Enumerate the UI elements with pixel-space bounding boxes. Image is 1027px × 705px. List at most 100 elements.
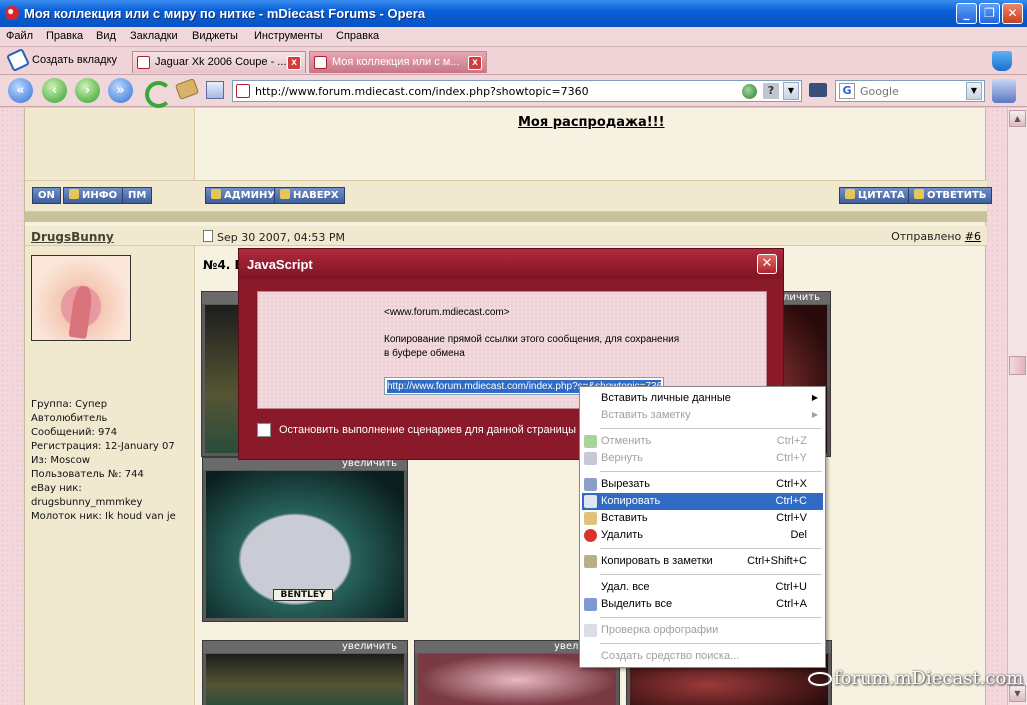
address-bar: ? ▼ — [232, 80, 802, 102]
menu-item-undo[interactable]: Отменить Ctrl+Z — [582, 433, 823, 450]
trash-can-icon[interactable] — [992, 51, 1012, 71]
address-dropdown-button[interactable]: ▼ — [783, 82, 799, 100]
user-ebay-label: eBay ник: — [31, 483, 82, 494]
restore-button[interactable]: ❐ — [979, 3, 1000, 24]
wand-icon[interactable] — [174, 78, 200, 100]
menu-item-delete[interactable]: Удалить Del — [582, 527, 823, 544]
menu-item-cut[interactable]: Вырезать Ctrl+X — [582, 476, 823, 493]
menu-item-copy-to-notes[interactable]: Копировать в заметки Ctrl+Shift+C — [582, 553, 823, 570]
user-group-cont: Автолюбитель — [31, 413, 108, 424]
tab-label: Моя коллекция или с м... — [332, 56, 460, 68]
forward-button[interactable]: › — [75, 78, 100, 103]
tab-collection[interactable]: Моя коллекция или с м... x — [309, 51, 487, 73]
dialog-site: <www.forum.mdiecast.com> — [384, 307, 510, 318]
menu-item-label: Вставить — [601, 512, 648, 524]
license-plate: BENTLEY — [273, 589, 333, 601]
menu-item-shortcut: Ctrl+A — [776, 598, 807, 610]
google-icon[interactable]: G — [839, 83, 855, 99]
minimize-button[interactable]: _ — [956, 3, 977, 24]
search-input[interactable] — [860, 83, 960, 99]
menu-separator — [600, 548, 822, 549]
plus-icon — [845, 189, 855, 199]
close-tab-icon[interactable]: x — [287, 56, 301, 70]
address-input[interactable] — [255, 83, 735, 99]
vertical-scrollbar[interactable]: ▲ ▼ — [1007, 108, 1027, 705]
car-photo — [206, 654, 404, 705]
user-number: Пользователь №: 744 — [31, 469, 144, 480]
close-tab-icon[interactable]: x — [468, 56, 482, 70]
globe-icon[interactable] — [742, 84, 757, 99]
post-permalink[interactable]: #6 — [965, 230, 981, 243]
info-button[interactable]: ИНФО — [63, 187, 124, 204]
menu-view[interactable]: Вид — [96, 30, 116, 42]
user-info: Группа: Супер Автолюбитель Сообщений: 97… — [31, 398, 191, 524]
report-label: АДМИНУ — [224, 190, 276, 201]
menu-item-label: Удалить — [601, 529, 643, 541]
search-dropdown-button[interactable]: ▼ — [966, 82, 982, 100]
menu-item-select-all[interactable]: Выделить все Ctrl+A — [582, 596, 823, 613]
menu-widgets[interactable]: Виджеты — [192, 30, 238, 42]
new-tab-button[interactable]: Создать вкладку — [6, 48, 118, 72]
sale-link[interactable]: Моя распродажа!!! — [518, 115, 665, 130]
media-icon[interactable] — [809, 83, 827, 97]
close-button[interactable]: ✕ — [1002, 3, 1023, 24]
menu-tools[interactable]: Инструменты — [254, 30, 323, 42]
site-favicon-icon — [236, 84, 250, 98]
menu-item-spellcheck[interactable]: Проверка орфографии — [582, 622, 823, 639]
menu-item-create-search[interactable]: Создать средство поиска... — [582, 648, 823, 665]
dialog-close-button[interactable]: ✕ — [757, 254, 777, 274]
page-icon[interactable] — [206, 81, 224, 99]
menu-item-label: Отменить — [601, 435, 652, 447]
opera-menu-icon[interactable] — [992, 79, 1016, 103]
menu-item-insert-note[interactable]: Вставить заметку ▶ — [582, 407, 823, 424]
menu-bookmarks[interactable]: Закладки — [130, 30, 178, 42]
rewind-button[interactable]: « — [8, 78, 33, 103]
help-icon[interactable]: ? — [763, 83, 779, 99]
stop-scripts-checkbox[interactable] — [257, 423, 271, 437]
pm-button[interactable]: ПМ — [122, 187, 153, 204]
scroll-up-icon[interactable]: ▲ — [1009, 110, 1026, 127]
separator — [25, 212, 987, 222]
menu-item-label: Копировать — [601, 495, 661, 507]
photo-thumb[interactable]: увеличить — [202, 640, 408, 705]
logo-swoosh-icon — [808, 672, 832, 686]
search-box: G ▼ — [835, 80, 985, 102]
menu-edit[interactable]: Правка — [46, 30, 83, 42]
tab-jaguar[interactable]: Jaguar Xk 2006 Coupe - ... x — [132, 51, 306, 73]
quote-button[interactable]: ЦИТАТА — [839, 187, 911, 204]
quote-label: ЦИТАТА — [858, 190, 905, 201]
author-name[interactable]: DrugsBunny — [31, 230, 114, 244]
menu-item-label: Вернуть — [601, 452, 643, 464]
photo-thumb[interactable]: увеличить BENTLEY — [202, 457, 408, 622]
top-button[interactable]: НАВЕРХ — [274, 187, 345, 204]
menu-item-shortcut: Ctrl+X — [776, 478, 807, 490]
menu-item-shortcut: Ctrl+Shift+C — [747, 555, 807, 567]
opera-logo-icon — [5, 6, 19, 20]
menu-item-paste[interactable]: Вставить Ctrl+V — [582, 510, 823, 527]
fast-forward-button[interactable]: » — [108, 78, 133, 103]
menu-item-redo[interactable]: Вернуть Ctrl+Y — [582, 450, 823, 467]
menu-separator — [600, 617, 822, 618]
report-admin-button[interactable]: АДМИНУ — [205, 187, 282, 204]
window-title: Моя коллекция или с миру по нитке - mDie… — [24, 6, 426, 21]
cut-icon — [584, 478, 597, 491]
reply-button[interactable]: ОТВЕТИТЬ — [908, 187, 993, 204]
menu-help[interactable]: Справка — [336, 30, 379, 42]
back-button[interactable]: ‹ — [42, 78, 67, 103]
redo-icon — [584, 452, 597, 465]
online-button[interactable]: ON — [32, 187, 61, 204]
user-posts: Сообщений: 974 — [31, 427, 118, 438]
menu-file[interactable]: Файл — [6, 30, 33, 42]
reload-icon[interactable] — [142, 78, 172, 108]
enlarge-link[interactable]: увеличить — [203, 641, 407, 653]
scroll-thumb[interactable] — [1009, 356, 1026, 375]
arrow-up-icon — [280, 189, 290, 199]
menu-item-insert-personal[interactable]: Вставить личные данные ▶ — [582, 390, 823, 407]
menu-item-label: Удал. все — [601, 581, 650, 593]
new-tab-label: Создать вкладку — [32, 54, 118, 66]
menu-item-delete-all[interactable]: Удал. все Ctrl+U — [582, 579, 823, 596]
menu-item-copy[interactable]: Копировать Ctrl+C — [582, 493, 823, 510]
menu-item-label: Выделить все — [601, 598, 673, 610]
undo-icon — [584, 435, 597, 448]
stop-scripts-label[interactable]: Остановить выполнение сценариев для данн… — [279, 424, 576, 436]
